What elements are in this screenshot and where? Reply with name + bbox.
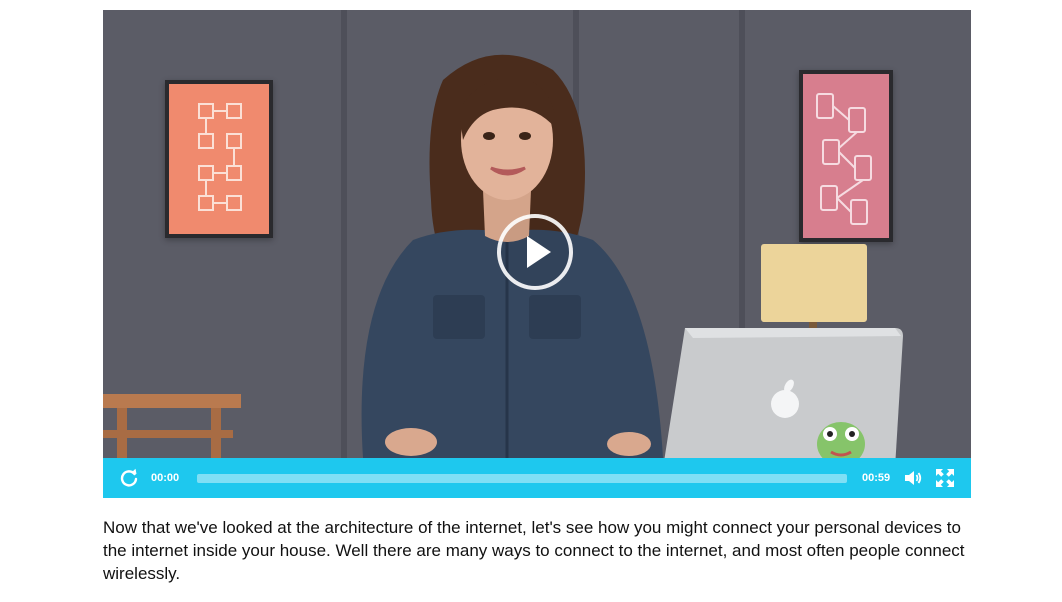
play-button[interactable] <box>497 214 573 290</box>
side-table <box>103 394 241 458</box>
lamp-shade <box>761 244 867 322</box>
play-icon <box>527 236 551 268</box>
total-time: 00:59 <box>862 472 891 484</box>
wall-poster-right <box>799 70 893 242</box>
fullscreen-icon[interactable] <box>935 468 955 488</box>
laptop <box>664 328 903 458</box>
video-frame[interactable] <box>103 10 971 458</box>
progress-bar[interactable] <box>197 474 847 483</box>
video-controls-bar: 00:00 00:59 <box>103 458 971 498</box>
volume-icon[interactable] <box>903 468 923 488</box>
wall-poster-left <box>165 80 273 238</box>
video-player[interactable]: 00:00 00:59 <box>103 10 971 498</box>
replay-icon[interactable] <box>119 468 139 488</box>
transcript-text: Now that we've looked at the architectur… <box>103 518 965 583</box>
current-time: 00:00 <box>151 472 180 484</box>
